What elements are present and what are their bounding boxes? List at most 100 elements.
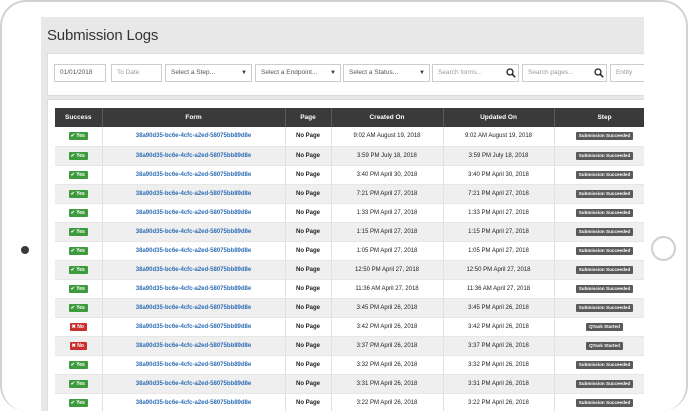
updated-on-cell: 1:15 PM April 27, 2018 (443, 222, 555, 242)
created-on-cell: 3:22 PM April 26, 2018 (331, 393, 444, 411)
check-icon: ✔ (70, 190, 75, 197)
step-badge: Submission Succeeded (575, 208, 634, 217)
success-cell: ✖ No (55, 336, 103, 356)
table-row[interactable]: ✔ Yes 38a90d35-bc6e-4cfc-a2ed-58075bb89d8… (55, 241, 644, 261)
success-badge: ✔ Yes (68, 303, 88, 312)
search-pages-input[interactable]: Search pages... (522, 64, 607, 82)
success-badge: ✔ Yes (68, 189, 88, 198)
to-date-input[interactable]: To Date (111, 64, 162, 82)
step-badge: Submission Succeeded (575, 189, 634, 198)
check-icon: ✔ (70, 209, 75, 216)
table-row[interactable]: ✔ Yes 38a90d35-bc6e-4cfc-a2ed-58075bb89d8… (55, 298, 644, 318)
search-forms-input[interactable]: Search forms... (432, 64, 519, 82)
updated-on-cell: 11:36 AM April 27, 2018 (443, 279, 555, 299)
form-link[interactable]: 38a90d35-bc6e-4cfc-a2ed-58075bb89d8e (136, 191, 251, 197)
table-row[interactable]: ✔ Yes 38a90d35-bc6e-4cfc-a2ed-58075bb89d8… (55, 355, 644, 375)
table-row[interactable]: ✔ Yes 38a90d35-bc6e-4cfc-a2ed-58075bb89d8… (55, 203, 644, 223)
table-row[interactable]: ✖ No 38a90d35-bc6e-4cfc-a2ed-58075bb89d8e… (55, 336, 644, 356)
table-row[interactable]: ✔ Yes 38a90d35-bc6e-4cfc-a2ed-58075bb89d8… (55, 146, 644, 166)
created-on-cell: 1:15 PM April 27, 2018 (331, 222, 444, 242)
form-link[interactable]: 38a90d35-bc6e-4cfc-a2ed-58075bb89d8e (136, 153, 251, 159)
search-pages-placeholder: Search pages... (528, 69, 574, 76)
form-cell: 38a90d35-bc6e-4cfc-a2ed-58075bb89d8e (102, 279, 286, 299)
step-cell: Submission Succeeded (554, 298, 644, 318)
column-header-step[interactable]: Step (554, 108, 644, 127)
step-cell: Submission Succeeded (554, 241, 644, 261)
page-cell: No Page (285, 165, 332, 185)
entity-input[interactable]: Entity (610, 64, 644, 82)
column-header-success[interactable]: Success (55, 108, 103, 127)
success-label: Yes (76, 190, 85, 197)
step-cell: Submission Succeeded (554, 355, 644, 375)
failure-badge: ✖ No (69, 322, 87, 331)
form-link[interactable]: 38a90d35-bc6e-4cfc-a2ed-58075bb89d8e (136, 172, 251, 178)
page-cell: No Page (285, 260, 332, 280)
created-on-cell: 9:02 AM August 19, 2018 (331, 127, 444, 147)
form-link[interactable]: 38a90d35-bc6e-4cfc-a2ed-58075bb89d8e (136, 324, 251, 330)
form-link[interactable]: 38a90d35-bc6e-4cfc-a2ed-58075bb89d8e (136, 133, 251, 139)
table-header-row: Success Form Page Created On Updated On … (55, 108, 644, 127)
created-on-cell: 3:45 PM April 26, 2018 (331, 298, 444, 318)
updated-on-cell: 7:21 PM April 27, 2018 (443, 184, 555, 204)
column-header-created-on[interactable]: Created On (331, 108, 444, 127)
page-cell: No Page (285, 184, 332, 204)
status-select-label: Select a Status... (349, 69, 399, 76)
created-on-cell: 1:05 PM April 27, 2018 (331, 241, 444, 261)
table-row[interactable]: ✔ Yes 38a90d35-bc6e-4cfc-a2ed-58075bb89d8… (55, 374, 644, 394)
table-row[interactable]: ✔ Yes 38a90d35-bc6e-4cfc-a2ed-58075bb89d8… (55, 127, 644, 147)
success-cell: ✔ Yes (55, 298, 103, 318)
form-link[interactable]: 38a90d35-bc6e-4cfc-a2ed-58075bb89d8e (136, 400, 251, 406)
form-link[interactable]: 38a90d35-bc6e-4cfc-a2ed-58075bb89d8e (136, 343, 251, 349)
success-label: Yes (76, 304, 85, 311)
table-row[interactable]: ✔ Yes 38a90d35-bc6e-4cfc-a2ed-58075bb89d8… (55, 260, 644, 280)
step-badge: Submission Succeeded (575, 132, 634, 141)
table-row[interactable]: ✔ Yes 38a90d35-bc6e-4cfc-a2ed-58075bb89d8… (55, 184, 644, 204)
step-badge: Submission Succeeded (575, 379, 634, 388)
page-cell: No Page (285, 317, 332, 337)
table-row[interactable]: ✖ No 38a90d35-bc6e-4cfc-a2ed-58075bb89d8e… (55, 317, 644, 337)
form-link[interactable]: 38a90d35-bc6e-4cfc-a2ed-58075bb89d8e (136, 248, 251, 254)
table-row[interactable]: ✔ Yes 38a90d35-bc6e-4cfc-a2ed-58075bb89d8… (55, 279, 644, 299)
column-header-page[interactable]: Page (285, 108, 332, 127)
form-cell: 38a90d35-bc6e-4cfc-a2ed-58075bb89d8e (102, 146, 286, 166)
form-cell: 38a90d35-bc6e-4cfc-a2ed-58075bb89d8e (102, 222, 286, 242)
success-label: Yes (76, 133, 85, 140)
form-link[interactable]: 38a90d35-bc6e-4cfc-a2ed-58075bb89d8e (136, 210, 251, 216)
step-select[interactable]: Select a Step... ▼ (165, 64, 252, 82)
form-link[interactable]: 38a90d35-bc6e-4cfc-a2ed-58075bb89d8e (136, 286, 251, 292)
table-row[interactable]: ✔ Yes 38a90d35-bc6e-4cfc-a2ed-58075bb89d8… (55, 165, 644, 185)
form-link[interactable]: 38a90d35-bc6e-4cfc-a2ed-58075bb89d8e (136, 267, 251, 273)
success-badge: ✔ Yes (68, 398, 88, 407)
caret-down-icon: ▼ (419, 70, 425, 76)
form-link[interactable]: 38a90d35-bc6e-4cfc-a2ed-58075bb89d8e (136, 362, 251, 368)
from-date-input[interactable]: 01/01/2018 (54, 64, 106, 82)
success-label: Yes (76, 171, 85, 178)
created-on-cell: 3:32 PM April 26, 2018 (331, 355, 444, 375)
updated-on-cell: 3:42 PM April 26, 2018 (443, 317, 555, 337)
success-label: Yes (76, 399, 85, 406)
column-header-form[interactable]: Form (102, 108, 286, 127)
success-cell: ✔ Yes (55, 203, 103, 223)
endpoint-select[interactable]: Select a Endpoint... ▼ (255, 64, 341, 82)
created-on-cell: 12:50 PM April 27, 2018 (331, 260, 444, 280)
table-row[interactable]: ✔ Yes 38a90d35-bc6e-4cfc-a2ed-58075bb89d8… (55, 393, 644, 411)
form-cell: 38a90d35-bc6e-4cfc-a2ed-58075bb89d8e (102, 336, 286, 356)
status-select[interactable]: Select a Status... ▼ (343, 64, 430, 82)
success-badge: ✔ Yes (68, 227, 88, 236)
home-button[interactable] (651, 236, 676, 261)
step-badge: Submission Succeeded (575, 360, 634, 369)
success-cell: ✔ Yes (55, 355, 103, 375)
form-link[interactable]: 38a90d35-bc6e-4cfc-a2ed-58075bb89d8e (136, 229, 251, 235)
submission-logs-table: Success Form Page Created On Updated On … (55, 108, 644, 411)
form-link[interactable]: 38a90d35-bc6e-4cfc-a2ed-58075bb89d8e (136, 381, 251, 387)
search-icon[interactable] (506, 68, 516, 78)
logs-panel: Success Form Page Created On Updated On … (47, 99, 644, 411)
form-link[interactable]: 38a90d35-bc6e-4cfc-a2ed-58075bb89d8e (136, 305, 251, 311)
search-icon[interactable] (594, 68, 604, 78)
success-label: Yes (76, 361, 85, 368)
column-header-updated-on[interactable]: Updated On (443, 108, 555, 127)
step-cell: Submission Succeeded (554, 203, 644, 223)
success-badge: ✔ Yes (68, 132, 88, 141)
table-row[interactable]: ✔ Yes 38a90d35-bc6e-4cfc-a2ed-58075bb89d8… (55, 222, 644, 242)
page-cell: No Page (285, 127, 332, 147)
